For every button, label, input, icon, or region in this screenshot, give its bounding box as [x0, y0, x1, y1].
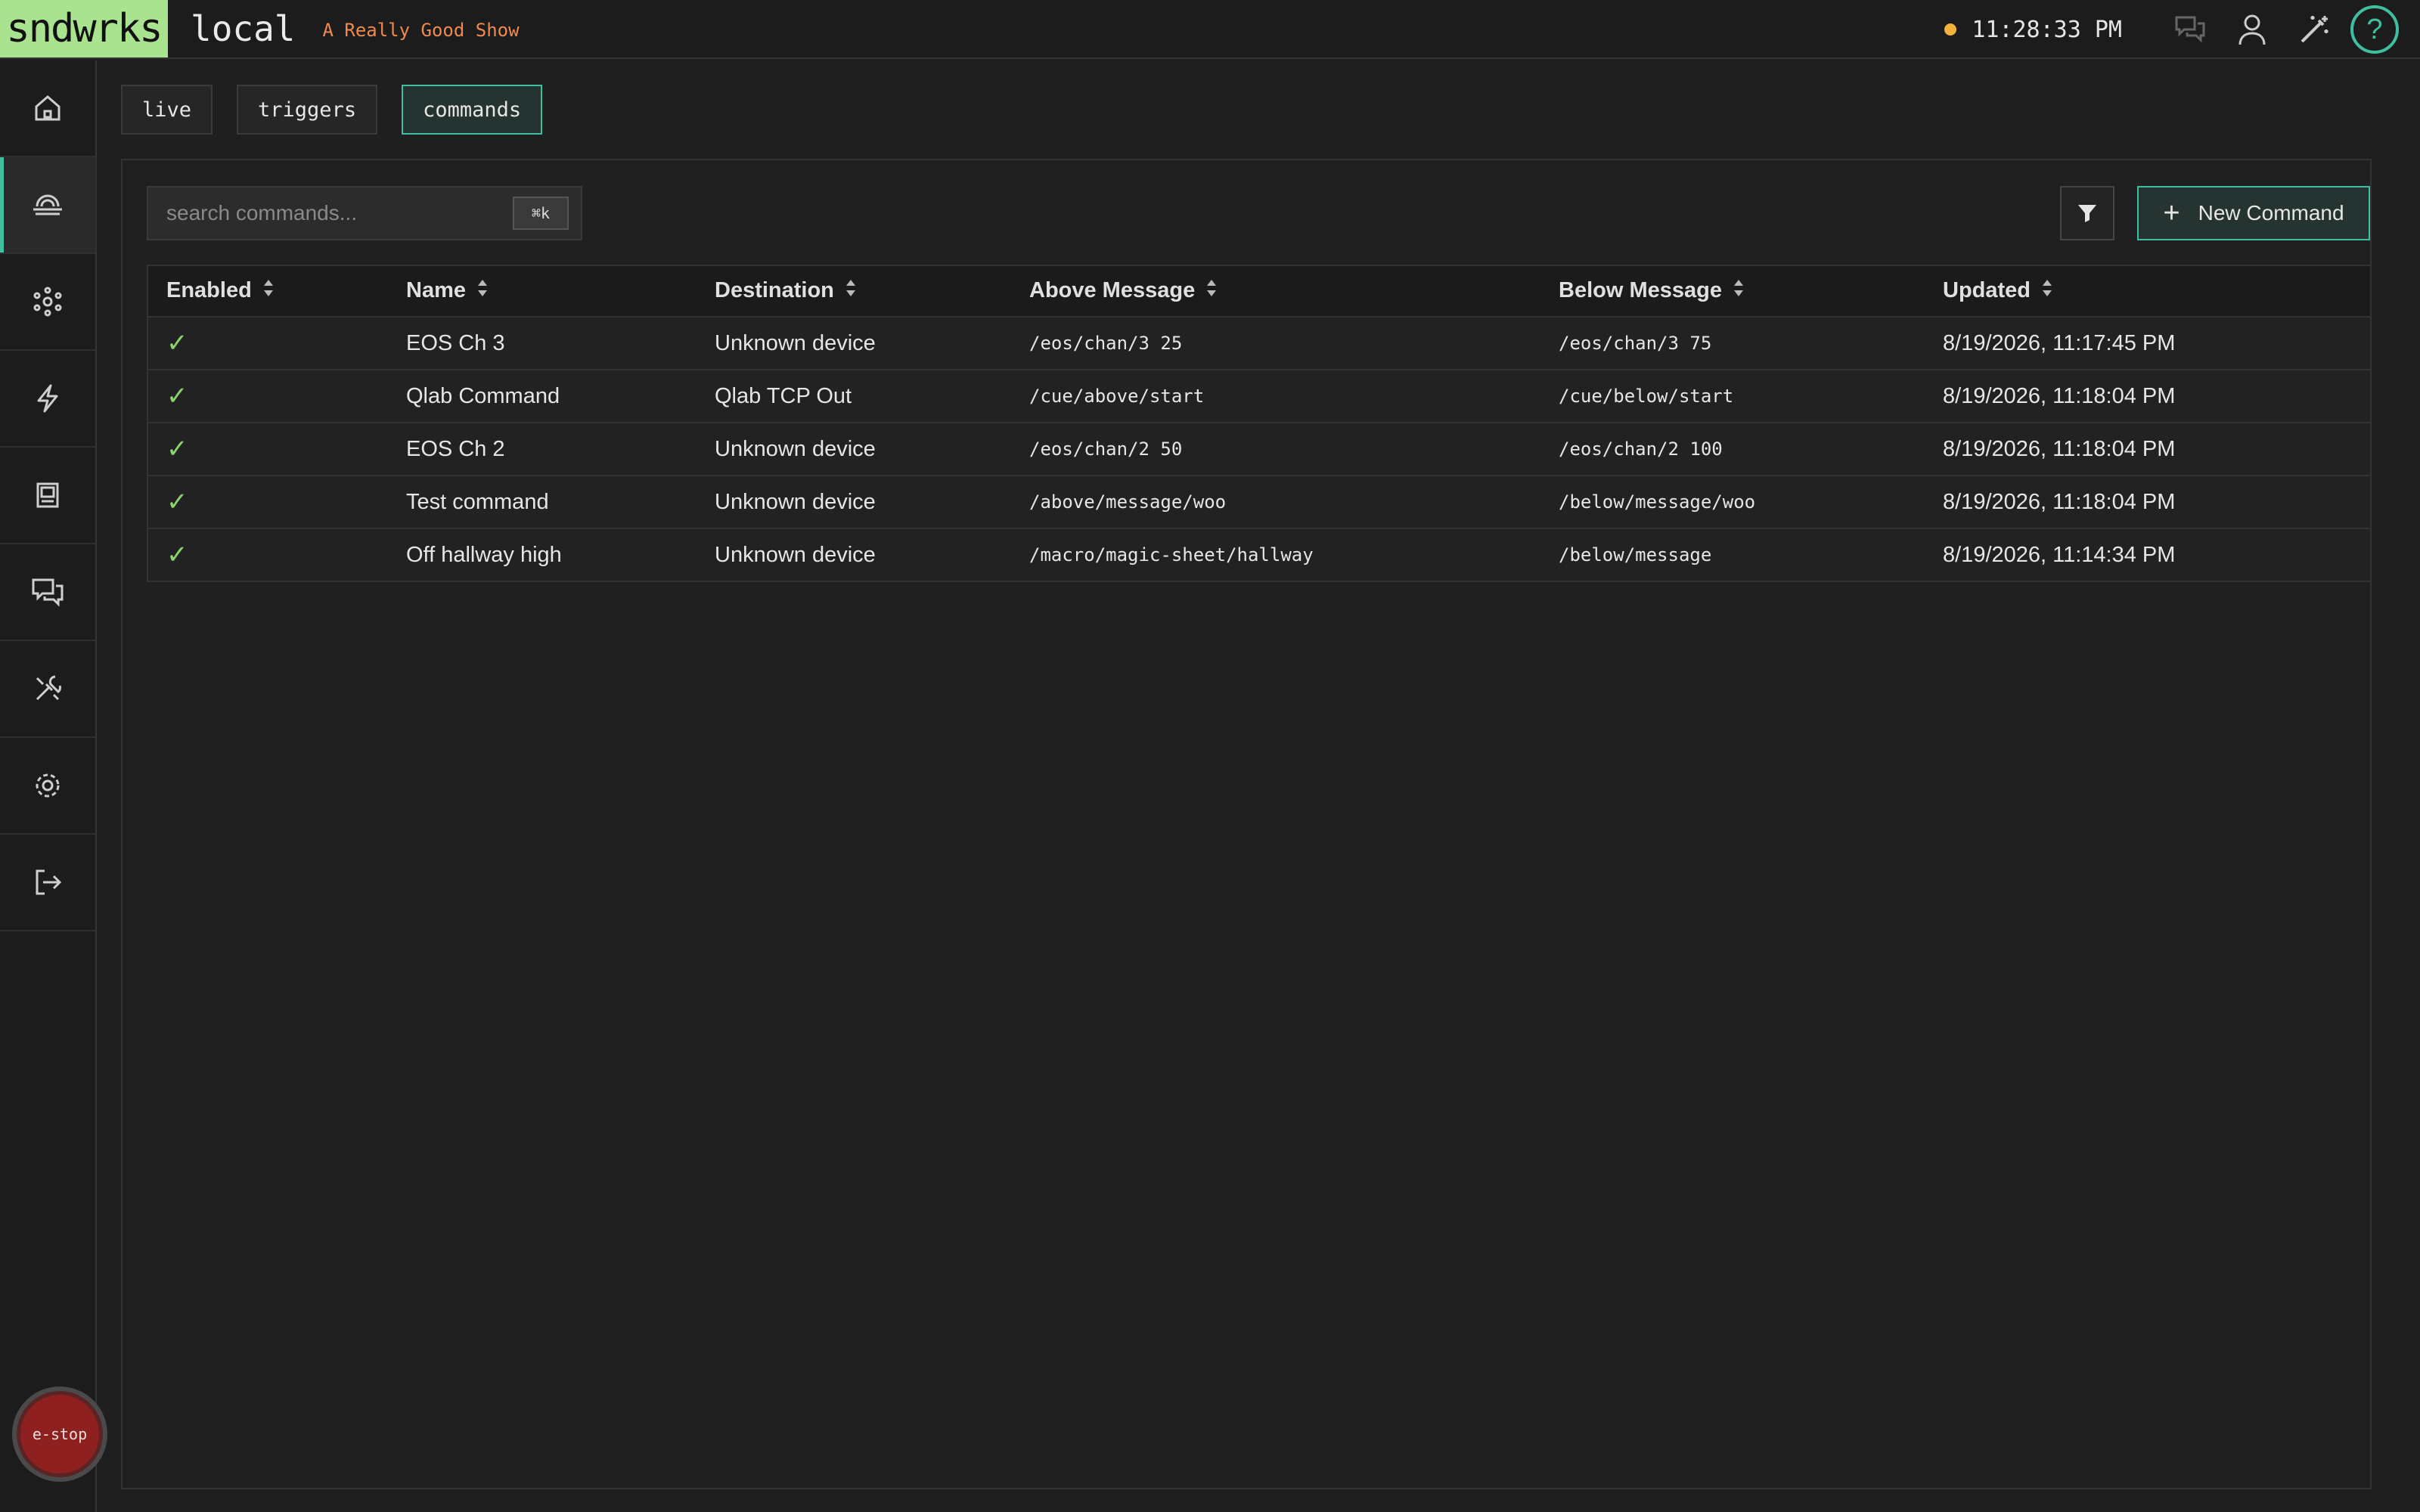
new-command-label: New Command: [2198, 201, 2344, 225]
top-bar: sndwrks local A Really Good Show 11:28:3…: [0, 0, 2420, 59]
above-message: /above/message/woo: [1029, 491, 1227, 513]
help-icon[interactable]: ?: [2350, 5, 2399, 54]
tab-bar: live triggers commands: [121, 85, 566, 135]
command-name: Off hallway high: [406, 542, 562, 567]
above-message: /eos/chan/3 25: [1029, 333, 1183, 354]
triggers-icon: [37, 384, 58, 413]
command-destination: Qlab TCP Out: [715, 383, 852, 408]
display-icon: [36, 482, 59, 508]
updated-time: 8/19/2026, 11:18:04 PM: [1943, 436, 2176, 461]
table-row[interactable]: ✓ Test command Unknown device /above/mes…: [147, 476, 2371, 528]
column-header-enabled[interactable]: Enabled: [147, 265, 388, 318]
sidebar-item-triggers[interactable]: [0, 351, 95, 448]
above-message: /cue/above/start: [1029, 386, 1205, 407]
table-row[interactable]: ✓ Off hallway high Unknown device /macro…: [147, 528, 2371, 581]
table-row[interactable]: ✓ EOS Ch 3 Unknown device /eos/chan/3 25…: [147, 317, 2371, 370]
commands-icon: [33, 194, 62, 215]
table-row[interactable]: ✓ Qlab Command Qlab TCP Out /cue/above/s…: [147, 370, 2371, 423]
command-destination: Unknown device: [715, 542, 876, 567]
column-header-above-message[interactable]: Above Message: [1011, 265, 1540, 318]
commands-panel: ⌘k + New Command Enabled Name Destinatio…: [121, 159, 2372, 1489]
filter-icon: [2078, 205, 2096, 222]
sort-icon[interactable]: [845, 278, 857, 304]
sort-icon[interactable]: [476, 278, 489, 304]
plus-icon: +: [2163, 197, 2180, 229]
sidebar-item-network[interactable]: [0, 254, 95, 351]
network-icon: [33, 287, 62, 317]
column-header-updated[interactable]: Updated: [1925, 265, 2371, 318]
updated-time: 8/19/2026, 11:17:45 PM: [1943, 330, 2176, 355]
connection-status-dot: [1944, 23, 1957, 36]
sidebar-item-tools[interactable]: [0, 641, 95, 738]
command-name: Qlab Command: [406, 383, 560, 408]
below-message: /cue/below/start: [1559, 386, 1734, 407]
sort-icon[interactable]: [2041, 278, 2053, 304]
sidebar-item-display[interactable]: [0, 448, 95, 544]
new-command-button[interactable]: + New Command: [2137, 186, 2370, 240]
clock: 11:28:33 PM: [1972, 16, 2122, 43]
tab-triggers[interactable]: triggers: [237, 85, 378, 135]
chat-icon: [32, 578, 64, 607]
column-header-name[interactable]: Name: [388, 265, 697, 318]
search-box: ⌘k: [147, 186, 582, 240]
estop-label: e-stop: [20, 1395, 99, 1473]
app-logo[interactable]: sndwrks: [0, 0, 168, 57]
enabled-check-icon[interactable]: ✓: [166, 488, 188, 516]
table-row[interactable]: ✓ EOS Ch 2 Unknown device /eos/chan/2 50…: [147, 423, 2371, 476]
sidebar-item-commands[interactable]: [0, 157, 95, 254]
filter-button[interactable]: [2060, 186, 2114, 240]
command-destination: Unknown device: [715, 330, 876, 355]
user-icon[interactable]: [2231, 8, 2273, 51]
sidebar-item-chat[interactable]: [0, 544, 95, 641]
above-message: /eos/chan/2 50: [1029, 438, 1183, 460]
tab-live[interactable]: live: [121, 85, 213, 135]
column-header-destination[interactable]: Destination: [697, 265, 1011, 318]
logout-icon: [36, 869, 62, 895]
below-message: /eos/chan/3 75: [1559, 333, 1712, 354]
search-input[interactable]: [166, 201, 499, 225]
command-destination: Unknown device: [715, 489, 876, 514]
sidebar-item-logout[interactable]: [0, 835, 95, 931]
magic-wand-icon[interactable]: [2293, 8, 2335, 51]
enabled-check-icon[interactable]: ✓: [166, 541, 188, 569]
enabled-check-icon[interactable]: ✓: [166, 329, 188, 358]
search-shortcut-hint: ⌘k: [513, 197, 569, 230]
top-right-controls: 11:28:33 PM ?: [1944, 0, 2399, 59]
enabled-check-icon[interactable]: ✓: [166, 435, 188, 463]
show-name: A Really Good Show: [322, 20, 520, 41]
command-name: EOS Ch 3: [406, 330, 505, 355]
commands-table: Enabled Name Destination Above Message B…: [147, 265, 2372, 582]
command-destination: Unknown device: [715, 436, 876, 461]
below-message: /eos/chan/2 100: [1559, 438, 1723, 460]
command-name: Test command: [406, 489, 549, 514]
sort-icon[interactable]: [1205, 278, 1218, 304]
below-message: /below/message: [1559, 544, 1712, 565]
sidebar-item-settings[interactable]: [0, 738, 95, 835]
enabled-check-icon[interactable]: ✓: [166, 382, 188, 411]
column-header-below-message[interactable]: Below Message: [1540, 265, 1925, 318]
table-header-row: Enabled Name Destination Above Message B…: [147, 265, 2371, 318]
above-message: /macro/magic-sheet/hallway: [1029, 544, 1314, 565]
updated-time: 8/19/2026, 11:18:04 PM: [1943, 383, 2176, 408]
tools-icon: [36, 675, 61, 701]
estop-button[interactable]: e-stop: [12, 1387, 107, 1482]
home-icon: [35, 95, 60, 121]
environment-name: local: [191, 8, 296, 49]
updated-time: 8/19/2026, 11:18:04 PM: [1943, 489, 2176, 514]
below-message: /below/message/woo: [1559, 491, 1756, 513]
settings-icon: [36, 773, 60, 798]
sort-icon[interactable]: [1733, 278, 1745, 304]
sidebar-item-home[interactable]: [0, 60, 95, 157]
tab-commands[interactable]: commands: [402, 85, 543, 135]
command-name: EOS Ch 2: [406, 436, 505, 461]
updated-time: 8/19/2026, 11:14:34 PM: [1943, 542, 2176, 567]
sidebar: e-stop: [0, 60, 107, 1512]
chat-icon[interactable]: [2169, 8, 2211, 51]
sort-icon[interactable]: [262, 278, 275, 304]
